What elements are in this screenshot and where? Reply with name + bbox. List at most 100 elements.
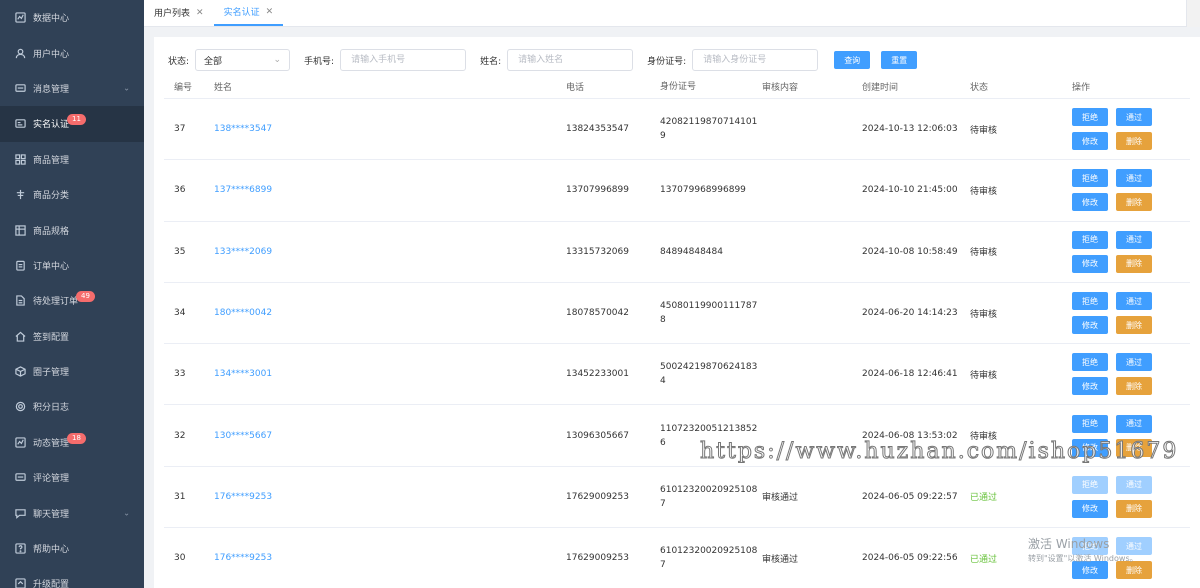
sidebar-item-label: 数据中心	[33, 14, 70, 25]
idcard-filter-label: 身份证号:	[647, 56, 687, 67]
sidebar-item[interactable]: 商品分类	[0, 177, 144, 212]
reject-button[interactable]: 拒绝	[1072, 353, 1108, 372]
approve-button[interactable]: 通过	[1116, 169, 1152, 188]
chevron-down-icon: ⌄	[123, 508, 130, 518]
edit-button[interactable]: 修改	[1072, 499, 1108, 518]
delete-button[interactable]: 删除	[1116, 377, 1152, 396]
sidebar-item-label: 商品分类	[33, 191, 70, 202]
phone-input[interactable]	[340, 49, 467, 71]
header-status: 状态	[970, 83, 989, 93]
table-row: 30 176****9253 17629009253 6101232002092510…	[164, 528, 1190, 588]
delete-button[interactable]: 删除	[1116, 438, 1152, 457]
delete-button[interactable]: 删除	[1116, 132, 1152, 151]
sidebar-item[interactable]: 商品管理	[0, 142, 144, 177]
cell-phone: 17629009253	[566, 491, 629, 502]
row-actions: 拒绝 通过 修改 删除	[1072, 353, 1190, 396]
edit-button[interactable]: 修改	[1072, 254, 1108, 273]
sidebar-item[interactable]: 聊天管理 ⌄	[0, 495, 144, 530]
delete-button[interactable]: 删除	[1116, 561, 1152, 580]
cell-name-link[interactable]: 137****6899	[214, 185, 272, 195]
tab-real-name-auth[interactable]: 实名认证 ✕	[213, 0, 284, 26]
search-button[interactable]: 查询	[834, 51, 871, 69]
sidebar-item[interactable]: 实名认证 11	[0, 106, 144, 142]
edit-button[interactable]: 修改	[1072, 193, 1108, 212]
sidebar-item[interactable]: 评论管理	[0, 460, 144, 495]
close-icon[interactable]: ✕	[196, 8, 204, 18]
cell-name-link[interactable]: 180****0042	[214, 308, 272, 318]
cell-idcard: 137079968996899	[660, 185, 746, 196]
cell-phone: 13315732069	[566, 246, 629, 257]
name-input[interactable]	[507, 49, 634, 71]
edit-button[interactable]: 修改	[1072, 561, 1108, 580]
cell-name-link[interactable]: 130****5667	[214, 431, 272, 441]
approve-button[interactable]: 通过	[1116, 537, 1152, 556]
cell-status: 待审核	[970, 125, 998, 136]
auth-table: 编号 姓名 电话 身份证号 审核内容 创建时间 状态 操作 37 138****3…	[164, 75, 1190, 588]
sidebar-item[interactable]: 动态管理 18	[0, 425, 144, 460]
delete-button[interactable]: 删除	[1116, 499, 1152, 518]
cell-name-link[interactable]: 176****9253	[214, 492, 272, 502]
approve-button[interactable]: 通过	[1116, 108, 1152, 127]
approve-button[interactable]: 通过	[1116, 353, 1152, 372]
message-icon	[14, 82, 26, 94]
status-select[interactable]: 全部 ⌄	[195, 49, 291, 71]
reject-button[interactable]: 拒绝	[1072, 108, 1108, 127]
cell-id: 31	[174, 491, 186, 502]
table-row: 37 138****3547 13824353547 4208211987071410…	[164, 99, 1190, 161]
box-icon	[14, 366, 26, 378]
tab-user-list[interactable]: 用户列表 ✕	[144, 0, 214, 26]
cell-phone: 13096305667	[566, 430, 629, 441]
sidebar-item[interactable]: 圈子管理	[0, 354, 144, 389]
name-filter-label: 姓名:	[480, 56, 502, 67]
sidebar-item[interactable]: 升级配置	[0, 566, 144, 588]
row-actions: 拒绝 通过 修改 删除	[1072, 230, 1190, 273]
sidebar-item[interactable]: 待处理订单 49	[0, 283, 144, 318]
sidebar-item-label: 订单中心	[33, 261, 70, 272]
approve-button[interactable]: 通过	[1116, 414, 1152, 433]
reject-button[interactable]: 拒绝	[1072, 230, 1108, 249]
tab-scroll-button[interactable]	[1186, 0, 1200, 27]
edit-button[interactable]: 修改	[1072, 438, 1108, 457]
reject-button[interactable]: 拒绝	[1072, 414, 1108, 433]
cell-name-link[interactable]: 134****3001	[214, 369, 272, 379]
sidebar-item[interactable]: 订单中心	[0, 248, 144, 283]
edit-button[interactable]: 修改	[1072, 132, 1108, 151]
delete-button[interactable]: 删除	[1116, 316, 1152, 335]
cell-audit: 审核通过	[762, 493, 799, 504]
idcard-input[interactable]	[692, 49, 819, 71]
sidebar-item[interactable]: 消息管理 ⌄	[0, 71, 144, 106]
sidebar-item[interactable]: 数据中心	[0, 0, 144, 35]
sidebar-item[interactable]: 帮助中心	[0, 531, 144, 566]
cell-status: 待审核	[970, 309, 998, 320]
sidebar: 数据中心用户中心 消息管理 ⌄ 实名认证 11 商品管理商品分类商品规格订单中心待处理订单…	[0, 0, 144, 588]
table-header: 编号 姓名 电话 身份证号 审核内容 创建时间 状态 操作	[164, 75, 1190, 99]
close-icon[interactable]: ✕	[266, 7, 274, 17]
sidebar-item[interactable]: 积分日志	[0, 389, 144, 424]
approve-button[interactable]: 通过	[1116, 475, 1152, 494]
cell-id: 37	[174, 124, 186, 135]
header-ops: 操作	[1072, 83, 1091, 93]
home-icon	[14, 330, 26, 342]
cell-name-link[interactable]: 176****9253	[214, 553, 272, 563]
edit-button[interactable]: 修改	[1072, 316, 1108, 335]
reject-button[interactable]: 拒绝	[1072, 537, 1108, 556]
reject-button[interactable]: 拒绝	[1072, 169, 1108, 188]
reject-button[interactable]: 拒绝	[1072, 475, 1108, 494]
delete-button[interactable]: 删除	[1116, 254, 1152, 273]
reset-button[interactable]: 重置	[881, 51, 918, 69]
cell-name-link[interactable]: 133****2069	[214, 247, 272, 257]
notification-badge: 18	[67, 432, 86, 444]
table-body: 37 138****3547 13824353547 4208211987071410…	[164, 99, 1190, 588]
delete-button[interactable]: 删除	[1116, 193, 1152, 212]
cell-idcard: 420821198707141019	[660, 117, 758, 142]
approve-button[interactable]: 通过	[1116, 292, 1152, 311]
approve-button[interactable]: 通过	[1116, 230, 1152, 249]
sidebar-item[interactable]: 商品规格	[0, 212, 144, 247]
cell-name-link[interactable]: 138****3547	[214, 124, 272, 134]
cell-time: 2024-06-20 14:14:23	[862, 308, 958, 319]
edit-button[interactable]: 修改	[1072, 377, 1108, 396]
sidebar-item[interactable]: 签到配置	[0, 319, 144, 354]
reject-button[interactable]: 拒绝	[1072, 292, 1108, 311]
sidebar-item[interactable]: 用户中心	[0, 35, 144, 70]
message-icon	[14, 472, 26, 484]
